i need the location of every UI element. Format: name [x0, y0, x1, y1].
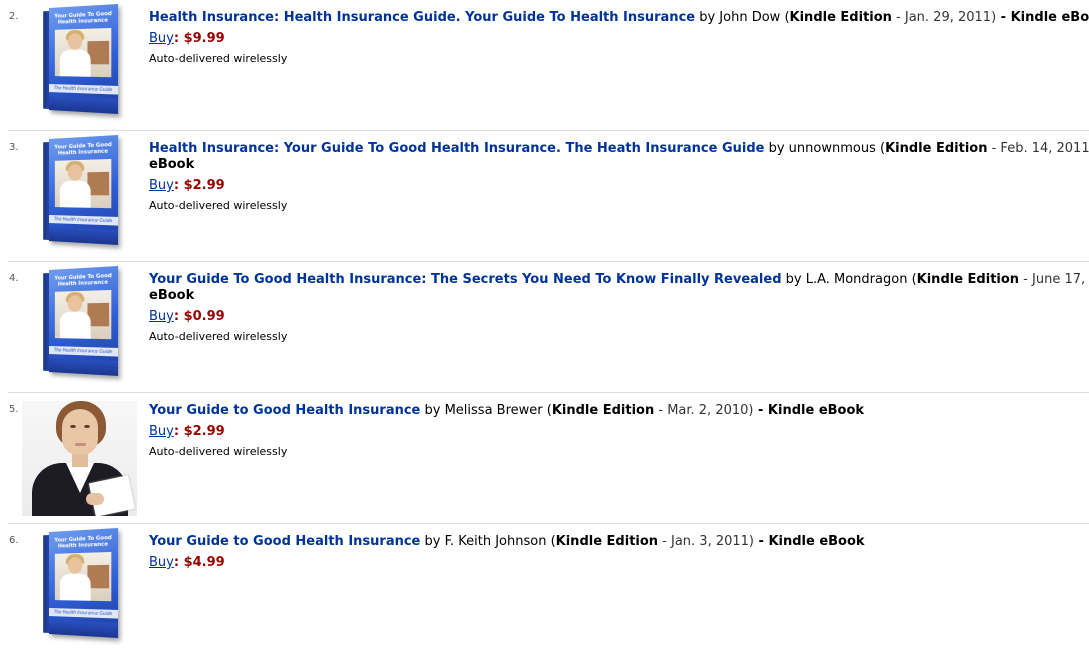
buy-link[interactable]: Buy [149, 555, 174, 570]
buy-link[interactable]: Buy [149, 309, 174, 324]
author-text: by unnownmous [764, 141, 875, 156]
paren-open: ( [780, 10, 789, 25]
result-item: 3. Your Guide To Good Health Insurance T… [0, 131, 1089, 261]
result-number: 3. [9, 142, 19, 153]
format-label: - Kindle eBook [996, 10, 1089, 25]
result-item: 5. Your Guide to Good Health Insurance b… [0, 393, 1089, 523]
cover-band-text: The Health Insurance Guide [49, 215, 118, 226]
paren-open: ( [876, 141, 885, 156]
date-text: - Feb. 14, 2011) - [987, 141, 1089, 156]
product-image-link[interactable]: Your Guide To Good Health Insurance The … [22, 139, 137, 254]
cover-band-text: The Health Insurance Guide [49, 608, 118, 619]
date-text: - Mar. 2, 2010) [654, 403, 753, 418]
cover-band-text: The Health Insurance Guide [49, 346, 118, 357]
edition-label: Kindle Edition [885, 141, 987, 156]
delivery-text: Auto-delivered wirelessly [149, 198, 1089, 214]
price-text: : $2.99 [174, 178, 225, 193]
author-text: by L.A. Mondragon [782, 272, 908, 287]
woman-photo-image [22, 401, 137, 516]
edition-label: Kindle Edition [917, 272, 1019, 287]
edition-label: Kindle Edition [552, 403, 654, 418]
result-number: 5. [9, 404, 19, 415]
format-label: eBook [149, 157, 1089, 173]
cover-title: Your Guide To Good Health Insurance [52, 142, 113, 157]
format-label: eBook [149, 288, 1089, 304]
product-image-link[interactable] [22, 401, 137, 516]
product-title-link[interactable]: Your Guide To Good Health Insurance: The… [149, 272, 782, 287]
delivery-text: Auto-delivered wirelessly [149, 51, 1089, 67]
cover-title: Your Guide To Good Health Insurance [52, 273, 113, 288]
ebook-cover-image: Your Guide To Good Health Insurance The … [49, 135, 118, 245]
author-text: by John Dow [699, 10, 780, 25]
author-text: by Melissa Brewer [420, 403, 542, 418]
date-text: - Jan. 3, 2011) [658, 534, 754, 549]
cover-title: Your Guide To Good Health Insurance [52, 535, 113, 550]
paren-open: ( [546, 534, 555, 549]
cover-title: Your Guide To Good Health Insurance [52, 11, 113, 26]
format-label: - Kindle eBook [754, 534, 865, 549]
delivery-text: Auto-delivered wirelessly [149, 444, 1089, 460]
cover-band-text: The Health Insurance Guide [49, 84, 118, 95]
delivery-text: Auto-delivered wirelessly [149, 329, 1089, 345]
buy-link[interactable]: Buy [149, 424, 174, 439]
buy-link[interactable]: Buy [149, 178, 174, 193]
ebook-cover-image: Your Guide To Good Health Insurance The … [49, 528, 118, 638]
buy-link[interactable]: Buy [149, 31, 174, 46]
ebook-cover-image: Your Guide To Good Health Insurance The … [49, 266, 118, 376]
format-label: - Kindle eBook [753, 403, 864, 418]
price-text: : $4.99 [174, 555, 225, 570]
product-title-link[interactable]: Your Guide to Good Health Insurance [149, 403, 420, 418]
ebook-cover-image: Your Guide To Good Health Insurance The … [49, 4, 118, 114]
result-item: 4. Your Guide To Good Health Insurance T… [0, 262, 1089, 392]
product-image-link[interactable]: Your Guide To Good Health Insurance The … [22, 532, 137, 647]
date-text: - June 17, 20 [1019, 272, 1089, 287]
price-text: : $2.99 [174, 424, 225, 439]
paren-open: ( [543, 403, 552, 418]
price-text: : $0.99 [174, 309, 225, 324]
product-title-link[interactable]: Your Guide to Good Health Insurance [149, 534, 420, 549]
price-text: : $9.99 [174, 31, 225, 46]
result-number: 2. [9, 11, 19, 22]
product-title-link[interactable]: Health Insurance: Health Insurance Guide… [149, 10, 695, 25]
product-image-link[interactable]: Your Guide To Good Health Insurance The … [22, 270, 137, 385]
result-number: 6. [9, 535, 19, 546]
date-text: - Jan. 29, 2011) [892, 10, 996, 25]
author-text: by F. Keith Johnson [420, 534, 546, 549]
result-item: 2. Your Guide To Good Health Insurance T… [0, 0, 1089, 130]
result-item: 6. Your Guide To Good Health Insurance T… [0, 524, 1089, 654]
paren-open: ( [907, 272, 916, 287]
result-number: 4. [9, 273, 19, 284]
edition-label: Kindle Edition [790, 10, 892, 25]
product-title-link[interactable]: Health Insurance: Your Guide To Good Hea… [149, 141, 764, 156]
edition-label: Kindle Edition [556, 534, 658, 549]
product-image-link[interactable]: Your Guide To Good Health Insurance The … [22, 8, 137, 123]
